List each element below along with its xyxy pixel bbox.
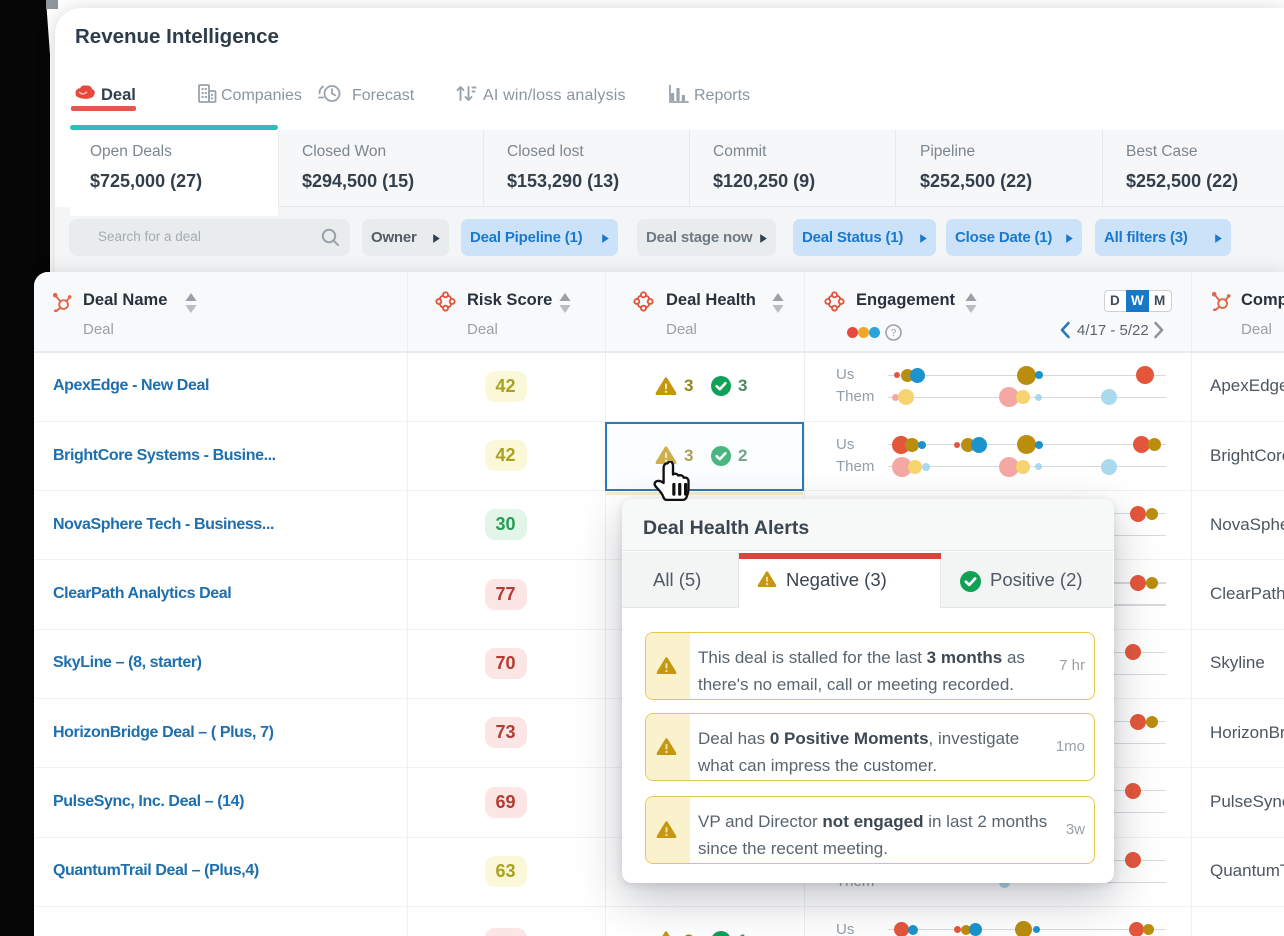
svg-text:?: ? (891, 328, 897, 339)
